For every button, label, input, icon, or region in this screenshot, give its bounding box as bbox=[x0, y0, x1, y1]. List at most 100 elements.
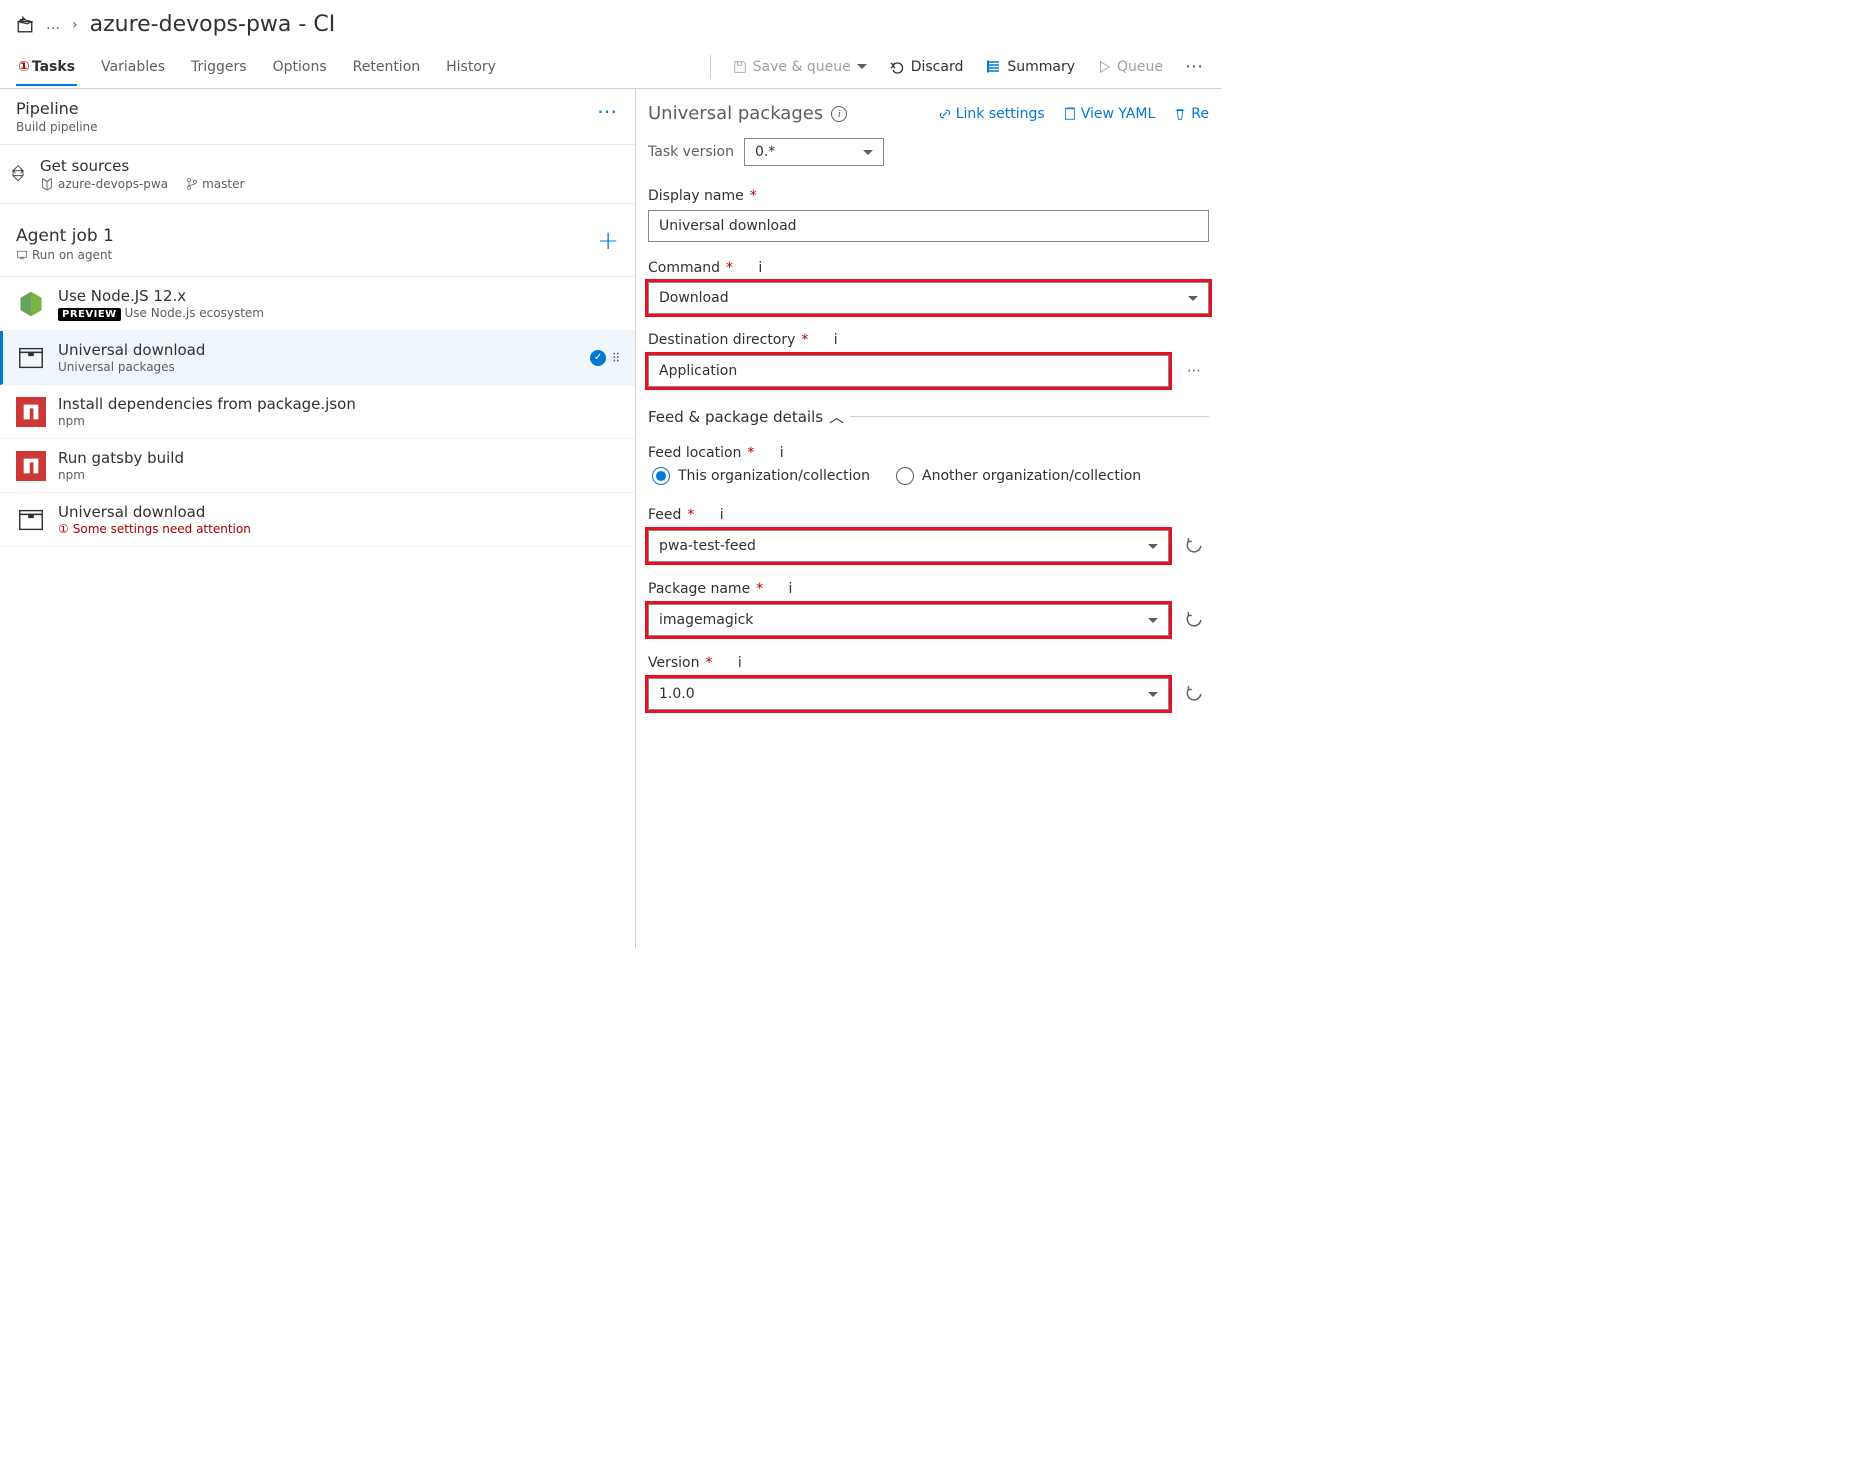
section-feed-details[interactable]: Feed & package details ︿ bbox=[648, 406, 1209, 427]
package-icon bbox=[16, 505, 46, 535]
task-universal-download-2[interactable]: Universal download ①Some settings need a… bbox=[0, 493, 635, 547]
task-node[interactable]: Use Node.JS 12.x PREVIEW Use Node.js eco… bbox=[0, 277, 635, 331]
task-npm-build[interactable]: Run gatsby build npm bbox=[0, 439, 635, 493]
summary-icon bbox=[985, 59, 1001, 75]
undo-icon bbox=[889, 59, 905, 75]
version-label: Version bbox=[648, 655, 699, 671]
task-subtitle: npm bbox=[58, 468, 619, 482]
pipeline-name: Pipeline bbox=[16, 99, 98, 118]
chevron-down-icon bbox=[1148, 544, 1158, 549]
chevron-up-icon: ︿ bbox=[829, 406, 844, 427]
info-icon[interactable]: i bbox=[758, 260, 762, 276]
info-icon[interactable]: i bbox=[780, 445, 784, 461]
package-icon bbox=[16, 343, 46, 373]
link-settings-button[interactable]: Link settings bbox=[938, 106, 1045, 122]
required-marker: * bbox=[687, 507, 694, 523]
chevron-icon: › bbox=[72, 17, 78, 33]
panel-title: Universal packages bbox=[648, 103, 823, 124]
task-details-panel: Universal packages i Link settings View … bbox=[636, 89, 1221, 948]
view-yaml-button[interactable]: View YAML bbox=[1063, 106, 1156, 122]
destination-label: Destination directory bbox=[648, 332, 795, 348]
task-title: Use Node.JS 12.x bbox=[58, 287, 619, 305]
task-title: Run gatsby build bbox=[58, 449, 619, 467]
destination-input[interactable] bbox=[648, 355, 1169, 387]
info-icon[interactable]: i bbox=[738, 655, 742, 671]
feed-select[interactable]: pwa-test-feed bbox=[648, 530, 1169, 562]
pipeline-more[interactable]: ⋯ bbox=[597, 99, 619, 123]
tab-history[interactable]: History bbox=[444, 49, 498, 85]
task-version-select[interactable]: 0.* bbox=[744, 138, 884, 166]
more-actions[interactable]: ⋯ bbox=[1185, 56, 1205, 77]
info-icon[interactable]: i bbox=[720, 507, 724, 523]
pipeline-subtitle: Build pipeline bbox=[16, 120, 98, 134]
branch-icon bbox=[186, 178, 198, 190]
tab-variables[interactable]: Variables bbox=[99, 49, 167, 85]
info-icon[interactable]: i bbox=[789, 581, 793, 597]
task-universal-download-1[interactable]: Universal download Universal packages ✓ … bbox=[0, 331, 635, 385]
get-sources[interactable]: Get sources azure-devops-pwa master bbox=[0, 145, 635, 204]
version-select[interactable]: 1.0.0 bbox=[648, 678, 1169, 710]
add-task-button[interactable]: + bbox=[597, 226, 619, 256]
nodejs-icon bbox=[16, 289, 46, 319]
command-select[interactable]: Download bbox=[648, 282, 1209, 314]
radio-icon bbox=[896, 467, 914, 485]
breadcrumb-ellipsis[interactable]: … bbox=[46, 17, 60, 33]
refresh-feed-button[interactable] bbox=[1179, 529, 1209, 563]
chevron-down-icon bbox=[1148, 618, 1158, 623]
get-sources-title: Get sources bbox=[40, 157, 244, 175]
summary-button[interactable]: Summary bbox=[985, 59, 1075, 75]
save-queue-button[interactable]: Save & queue bbox=[733, 59, 867, 75]
save-icon bbox=[733, 60, 747, 74]
pipeline-header[interactable]: Pipeline Build pipeline ⋯ bbox=[0, 89, 635, 145]
refresh-package-button[interactable] bbox=[1179, 603, 1209, 637]
project-icon[interactable] bbox=[16, 16, 34, 34]
required-marker: * bbox=[750, 188, 757, 204]
required-marker: * bbox=[801, 332, 808, 348]
package-name-select[interactable]: imagemagick bbox=[648, 604, 1169, 636]
refresh-version-button[interactable] bbox=[1179, 677, 1209, 711]
discard-button[interactable]: Discard bbox=[889, 59, 964, 75]
display-name-input[interactable] bbox=[648, 210, 1209, 242]
remove-button[interactable]: Re bbox=[1173, 106, 1209, 122]
agent-icon bbox=[16, 249, 28, 261]
task-title: Universal download bbox=[58, 341, 578, 359]
required-marker: * bbox=[747, 445, 754, 461]
repo-icon bbox=[40, 177, 54, 191]
feed-location-this-org[interactable]: This organization/collection bbox=[652, 467, 870, 485]
chevron-down-icon bbox=[1148, 692, 1158, 697]
queue-button[interactable]: Queue bbox=[1097, 59, 1163, 75]
chevron-down-icon bbox=[857, 64, 867, 69]
agent-job-title: Agent job 1 bbox=[16, 226, 114, 246]
npm-icon bbox=[16, 451, 46, 481]
breadcrumb: … › azure-devops-pwa - CI bbox=[0, 0, 1221, 45]
chevron-down-icon bbox=[1188, 296, 1198, 301]
agent-job[interactable]: Agent job 1 Run on agent + bbox=[0, 204, 635, 277]
info-icon[interactable]: i bbox=[831, 106, 847, 122]
feed-label: Feed bbox=[648, 507, 681, 523]
display-name-label: Display name bbox=[648, 188, 744, 204]
tab-triggers[interactable]: Triggers bbox=[189, 49, 249, 85]
task-title: Universal download bbox=[58, 503, 619, 521]
tab-tasks[interactable]: ①Tasks bbox=[16, 49, 77, 85]
tab-options[interactable]: Options bbox=[271, 49, 329, 85]
info-icon[interactable]: i bbox=[834, 332, 838, 348]
required-marker: * bbox=[726, 260, 733, 276]
drag-handle-icon[interactable]: ⁝⁝ bbox=[612, 350, 619, 366]
yaml-icon bbox=[1063, 107, 1077, 121]
branch-name: master bbox=[202, 177, 244, 191]
tab-retention[interactable]: Retention bbox=[351, 49, 423, 85]
task-npm-install[interactable]: Install dependencies from package.json n… bbox=[0, 385, 635, 439]
error-icon: ① bbox=[18, 59, 30, 75]
pipeline-tree: Pipeline Build pipeline ⋯ Get sources az… bbox=[0, 89, 636, 948]
page-title[interactable]: azure-devops-pwa - CI bbox=[90, 12, 336, 37]
tab-bar: ①Tasks Variables Triggers Options Retent… bbox=[0, 45, 1221, 89]
task-error: ①Some settings need attention bbox=[58, 522, 619, 536]
browse-button[interactable]: ⋯ bbox=[1179, 354, 1209, 388]
task-version-label: Task version bbox=[648, 144, 734, 160]
divider bbox=[710, 55, 711, 79]
task-subtitle: npm bbox=[58, 414, 619, 428]
trash-icon bbox=[1173, 107, 1187, 121]
required-marker: * bbox=[705, 655, 712, 671]
feed-location-other-org[interactable]: Another organization/collection bbox=[896, 467, 1141, 485]
preview-badge: PREVIEW bbox=[58, 308, 121, 321]
